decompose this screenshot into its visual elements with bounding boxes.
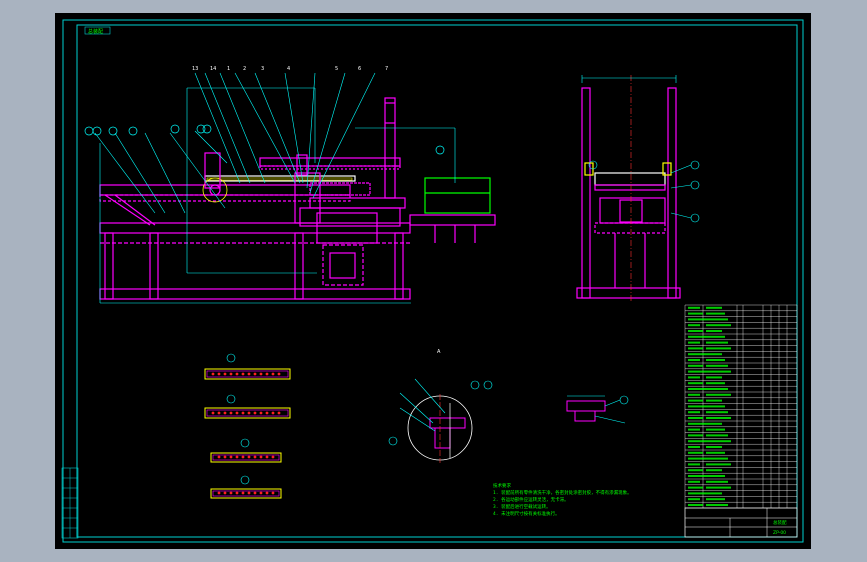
part-hole-mark xyxy=(211,372,215,376)
part-hole-mark xyxy=(241,455,245,459)
technical-notes: 技术要求 1. 装配前所有零件清洗干净，各密封处涂密封胶，不得有渗漏现象。 2.… xyxy=(493,482,632,517)
left-balloon-circles xyxy=(84,124,445,155)
part-hole-mark xyxy=(247,372,251,376)
part-hole-mark xyxy=(253,491,257,495)
part-hole-mark xyxy=(235,411,239,415)
title-block-title: 总装配 xyxy=(773,519,787,526)
part-hole-mark xyxy=(217,491,221,495)
part-hole-mark xyxy=(277,372,281,376)
balloon-3: 3 xyxy=(261,66,264,72)
balloon-1: 1 xyxy=(227,66,230,72)
left-margin-stamps xyxy=(61,467,79,539)
part-hole-mark xyxy=(229,411,233,415)
part-hole-mark xyxy=(235,372,239,376)
balloon-4: 4 xyxy=(287,66,290,72)
part-hole-mark xyxy=(247,455,251,459)
part-hole-mark xyxy=(253,455,257,459)
notes-line-1: 1. 装配前所有零件清洗干净，各密封处涂密封胶，不得有渗漏现象。 xyxy=(493,489,632,496)
part-hole-mark xyxy=(217,411,221,415)
section-marker: A xyxy=(437,349,441,355)
part-hole-mark xyxy=(247,411,251,415)
detail-circle: A xyxy=(388,349,493,463)
part-hole-mark xyxy=(271,372,275,376)
side-view-annotations xyxy=(581,75,700,303)
part-hole-mark xyxy=(223,491,227,495)
cad-viewport[interactable]: 总装配 13 14 1 2 3 4 5 6 7 A 技术要求 1. 装配前所有零… xyxy=(55,13,811,549)
balloon-6: 6 xyxy=(358,66,361,72)
notes-line-4: 4. 未注明尺寸按有关标准执行。 xyxy=(493,510,560,517)
part-hole-mark xyxy=(217,372,221,376)
part-hole-mark xyxy=(229,491,233,495)
part-hole-mark xyxy=(271,455,275,459)
part-hole-mark xyxy=(265,491,269,495)
part-hole-mark xyxy=(223,455,227,459)
part-hole-mark xyxy=(241,491,245,495)
part-hole-mark xyxy=(271,491,275,495)
title-block-number: ZP-00 xyxy=(773,530,786,536)
part-hole-mark xyxy=(265,372,269,376)
balloon-5: 5 xyxy=(335,66,338,72)
part-hole-mark xyxy=(229,372,233,376)
part-hole-mark xyxy=(229,455,233,459)
side-view xyxy=(576,87,681,299)
top-left-label: 总装配 xyxy=(88,28,103,35)
part-hole-mark xyxy=(277,411,281,415)
part-hole-mark xyxy=(241,372,245,376)
top-left-label-box: 总装配 xyxy=(84,26,111,35)
front-view-balloons: 13 14 1 2 3 4 5 6 7 xyxy=(192,66,388,72)
notes-line-3: 3. 装配后进行空载试运转。 xyxy=(493,503,551,510)
part-hole-mark xyxy=(235,455,239,459)
part-hole-mark xyxy=(259,455,263,459)
part-hole-mark xyxy=(235,491,239,495)
part-hole-mark xyxy=(253,411,257,415)
part-hole-mark xyxy=(223,411,227,415)
part-hole-mark xyxy=(265,455,269,459)
part-hole-mark xyxy=(259,411,263,415)
part-bars xyxy=(204,353,291,499)
balloon-7: 7 xyxy=(385,66,388,72)
part-hole-mark xyxy=(253,372,257,376)
part-hole-mark xyxy=(271,411,275,415)
part-hole-mark xyxy=(223,372,227,376)
part-hole-mark xyxy=(259,491,263,495)
balloon-13: 13 xyxy=(192,66,198,72)
part-hole-mark xyxy=(241,411,245,415)
notes-heading: 技术要求 xyxy=(493,482,511,489)
notes-line-2: 2. 各运动部件应运转灵活，无卡滞。 xyxy=(493,496,569,503)
parts-list xyxy=(684,304,798,509)
balloon-2: 2 xyxy=(243,66,246,72)
part-hole-mark xyxy=(265,411,269,415)
part-hole-mark xyxy=(259,372,263,376)
part-hole-mark xyxy=(247,491,251,495)
cad-drawing: 总装配 13 14 1 2 3 4 5 6 7 A 技术要求 1. 装配前所有零… xyxy=(61,19,804,543)
small-section xyxy=(566,395,629,424)
part-hole-mark xyxy=(217,455,221,459)
part-hole-mark xyxy=(211,411,215,415)
title-block: 总装配 ZP-00 xyxy=(684,507,798,538)
front-view-annotations xyxy=(94,72,456,304)
balloon-14: 14 xyxy=(210,66,216,72)
